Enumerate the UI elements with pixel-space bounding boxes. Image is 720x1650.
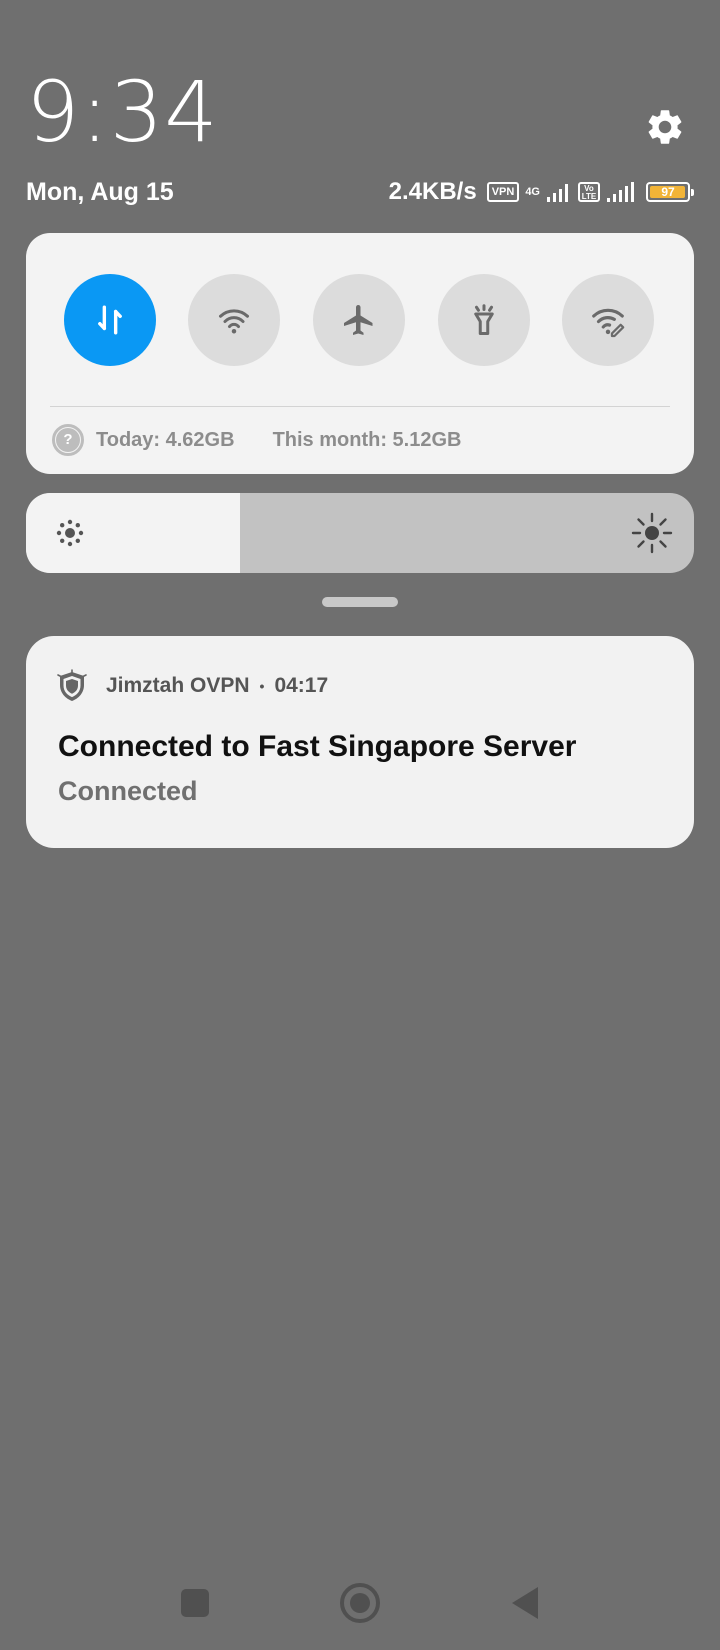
notification-header: Jimztah OVPN • 04:17 (54, 668, 328, 704)
data-transfer-icon (98, 305, 122, 335)
settings-button[interactable] (644, 106, 686, 148)
tile-airplane-mode[interactable] (313, 274, 405, 366)
status-bar: 2.4KB/s VPN 4G Vo LTE 97 (388, 174, 694, 210)
tile-flashlight[interactable] (438, 274, 530, 366)
network-type: 4G (525, 185, 540, 198)
notification-app-name: Jimztah OVPN (106, 674, 250, 697)
shield-icon (57, 669, 87, 701)
brightness-slider[interactable] (26, 493, 694, 573)
clock[interactable]: 9:34 (26, 70, 219, 154)
signal-icon (547, 184, 568, 202)
separator-dot: • (259, 678, 265, 694)
usage-today: Today: 4.62GB (96, 428, 235, 451)
flashlight-icon (474, 304, 494, 335)
home-icon (340, 1583, 380, 1623)
data-usage[interactable]: ? Today: 4.62GB This month: 5.12GB (52, 423, 461, 457)
gear-icon (648, 110, 682, 144)
notification-shade: 9:34 Mon, Aug 15 2.4KB/s VPN 4G Vo LTE 9… (0, 0, 720, 1650)
usage-month: This month: 5.12GB (272, 428, 462, 451)
volte-badge: Vo LTE (578, 182, 600, 202)
divider (50, 406, 670, 407)
date[interactable]: Mon, Aug 15 (26, 178, 174, 207)
tile-wifi[interactable] (188, 274, 280, 366)
wifi-edit-icon (592, 308, 625, 338)
airplane-icon (344, 305, 373, 335)
wifi-icon (219, 309, 249, 334)
notification-time: 04:17 (274, 674, 329, 697)
home-button[interactable] (335, 1578, 385, 1628)
help-icon: ? (52, 424, 84, 456)
vpn-notification[interactable]: Jimztah OVPN • 04:17 Connected to Fast S… (26, 636, 694, 848)
battery-icon: 97 (646, 182, 694, 202)
brightness-high-icon (631, 512, 673, 554)
recents-icon (181, 1589, 209, 1617)
back-button[interactable] (500, 1578, 550, 1628)
tile-mobile-data[interactable] (64, 274, 156, 366)
back-icon (512, 1587, 538, 1619)
drag-handle[interactable] (322, 597, 398, 607)
battery-level: 97 (661, 185, 675, 199)
notification-title: Connected to Fast Singapore Server (58, 730, 577, 763)
vpn-badge: VPN (486, 182, 520, 202)
brightness-low-icon (56, 519, 84, 547)
recents-button[interactable] (170, 1578, 220, 1628)
quick-settings-panel: ? Today: 4.62GB This month: 5.12GB (26, 233, 694, 474)
signal-icon-2 (607, 182, 634, 202)
network-speed: 2.4KB/s (388, 178, 477, 205)
tile-hotspot[interactable] (562, 274, 654, 366)
notification-body: Connected (58, 776, 198, 806)
